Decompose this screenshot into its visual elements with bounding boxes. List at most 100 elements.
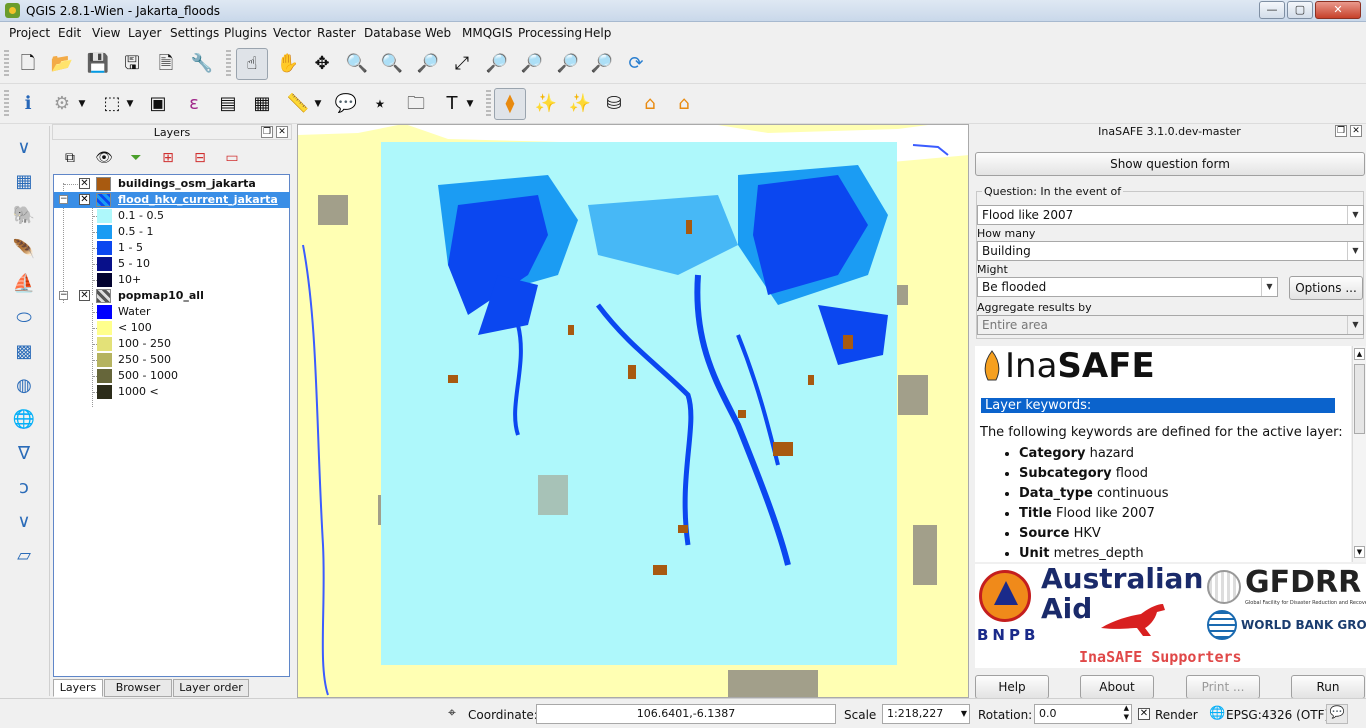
show-question-form-button[interactable]: Show question form [975, 152, 1365, 176]
inasafe-report-view[interactable]: InaSAFE Layer keywords: The following ke… [975, 346, 1351, 562]
select-features-icon[interactable]: ⚙ [48, 90, 76, 118]
menu-vector[interactable]: Vector [273, 26, 311, 40]
zoom-to-layer-icon[interactable]: 🔎 [518, 50, 546, 78]
menu-settings[interactable]: Settings [170, 26, 219, 40]
menu-processing[interactable]: Processing [518, 26, 582, 40]
text-annotation-icon[interactable]: T [438, 90, 466, 118]
collapse-toggle[interactable]: − [59, 195, 68, 204]
manage-visibility-icon[interactable]: 👁 [90, 144, 118, 172]
layer-row-buildings[interactable]: ✕ buildings_osm_jakarta [54, 176, 290, 192]
identify-icon[interactable]: ℹ [14, 90, 42, 118]
inasafe-minimum-needs-icon[interactable]: ⛁ [600, 90, 628, 118]
open-project-icon[interactable]: 📂 [48, 50, 76, 78]
aggregate-combo[interactable]: Entire area ▼ [977, 315, 1364, 335]
inasafe-impact-merge-icon[interactable]: ⌂ [670, 90, 698, 118]
add-oracle-layer-icon[interactable]: ⬭ [10, 304, 38, 332]
pan-to-selection-icon[interactable]: ✥ [308, 50, 336, 78]
layer-name[interactable]: popmap10_all [118, 288, 204, 304]
about-button[interactable]: About [1080, 675, 1154, 699]
inasafe-dock-icon[interactable]: ⧫ [494, 88, 526, 120]
new-bookmark-icon[interactable]: ⭑ [366, 90, 394, 118]
add-wfs-layer-icon[interactable]: 🌐 [10, 406, 38, 434]
zoom-out-icon[interactable]: 🔍 [378, 50, 406, 78]
help-button[interactable]: Help [975, 675, 1049, 699]
expression-select-icon[interactable]: ε [180, 90, 208, 118]
crs-globe-icon[interactable]: 🌐 [1209, 706, 1225, 721]
show-bookmarks-icon[interactable]: 🗀 [402, 90, 430, 118]
touch-zoom-pan-icon[interactable]: ☝ [236, 48, 268, 80]
close-panel-icon[interactable]: ✕ [1350, 125, 1362, 137]
coordinate-toggle-icon[interactable]: ⌖ [440, 701, 464, 725]
spin-arrows-icon[interactable]: ▲ ▼ [1124, 704, 1129, 722]
select-rect-icon[interactable]: ⬚ [98, 90, 126, 118]
scroll-thumb[interactable] [1354, 364, 1365, 434]
zoom-next-icon[interactable]: 🔎 [588, 50, 616, 78]
add-mssql-layer-icon[interactable]: ⛵ [10, 270, 38, 298]
exposure-combo[interactable]: Building ▼ [977, 241, 1364, 261]
scroll-up-icon[interactable]: ▲ [1354, 348, 1365, 360]
layer-visibility-checkbox[interactable]: ✕ [79, 194, 90, 205]
zoom-to-selection-icon[interactable]: 🔎 [483, 50, 511, 78]
toolbar-grip[interactable] [226, 50, 231, 78]
crs-status[interactable]: EPSG:4326 (OTF) [1226, 708, 1329, 722]
new-spatialite-icon[interactable]: ▱ [10, 542, 38, 570]
menu-database[interactable]: Database [364, 26, 421, 40]
expand-all-icon[interactable]: ⊞ [154, 144, 182, 172]
inasafe-keywords-icon[interactable]: ✨ [532, 90, 560, 118]
run-button[interactable]: Run [1291, 675, 1365, 699]
float-panel-icon[interactable]: ❐ [1335, 125, 1347, 137]
hazard-combo[interactable]: Flood like 2007 ▼ [977, 205, 1364, 225]
inasafe-wizard-icon[interactable]: ✨ [566, 90, 594, 118]
save-as-icon[interactable]: 🖫 [118, 50, 146, 78]
menu-project[interactable]: Project [9, 26, 50, 40]
zoom-native-icon[interactable]: 🔎 [414, 50, 442, 78]
add-postgis-layer-icon[interactable]: 🐘 [10, 202, 38, 230]
add-gpx-icon[interactable]: ↄ [10, 474, 38, 502]
minimize-button[interactable]: — [1259, 1, 1285, 19]
tab-layers[interactable]: Layers [53, 679, 103, 697]
add-raster-layer-icon[interactable]: ▦ [10, 168, 38, 196]
zoom-last-icon[interactable]: 🔎 [554, 50, 582, 78]
menu-web[interactable]: Web [425, 26, 451, 40]
composer-manager-icon[interactable]: 🔧 [188, 50, 216, 78]
toolbar-grip[interactable] [4, 90, 9, 118]
new-project-icon[interactable]: 🗋 [14, 50, 42, 78]
toolbar-grip[interactable] [4, 50, 9, 78]
add-spatialite-layer-icon[interactable]: 🪶 [10, 236, 38, 264]
dropdown-arrow-icon[interactable]: ▼ [312, 90, 324, 118]
toolbar-grip[interactable] [486, 90, 491, 118]
function-combo[interactable]: Be flooded ▼ [977, 277, 1278, 297]
layer-name[interactable]: buildings_osm_jakarta [118, 176, 256, 192]
tab-layer-order[interactable]: Layer order [173, 679, 249, 697]
collapse-all-icon[interactable]: ⊟ [186, 144, 214, 172]
map-tips-icon[interactable]: 💬 [332, 90, 360, 118]
add-group-icon[interactable]: ⧉ [56, 144, 84, 172]
field-calculator-icon[interactable]: ▦ [248, 90, 276, 118]
menu-help[interactable]: Help [584, 26, 611, 40]
layers-tree[interactable]: ✕ buildings_osm_jakarta − ✕ flood_hkv_cu… [53, 174, 290, 677]
measure-icon[interactable]: 📏 [284, 90, 312, 118]
layer-name[interactable]: flood_hkv_current_jakarta [118, 192, 278, 208]
inasafe-osm-downloader-icon[interactable]: ⌂ [636, 90, 664, 118]
float-panel-icon[interactable]: ❐ [261, 126, 273, 138]
messages-icon[interactable]: 💬 [1326, 704, 1348, 724]
zoom-full-icon[interactable]: ⤢ [448, 50, 476, 78]
close-panel-icon[interactable]: ✕ [276, 126, 288, 138]
maximize-button[interactable]: ▢ [1287, 1, 1313, 19]
options-button[interactable]: Options ... [1289, 276, 1363, 300]
rotation-spinbox[interactable]: 0.0 ▲ ▼ [1034, 704, 1132, 724]
menu-plugins[interactable]: Plugins [224, 26, 267, 40]
zoom-in-icon[interactable]: 🔍 [343, 50, 371, 78]
close-button[interactable]: ✕ [1315, 1, 1361, 19]
menu-view[interactable]: View [92, 26, 120, 40]
menu-edit[interactable]: Edit [58, 26, 81, 40]
coordinate-field[interactable]: 106.6401,-6.1387 [536, 704, 836, 724]
dropdown-arrow-icon[interactable]: ▼ [76, 90, 88, 118]
layer-row-popmap[interactable]: − ✕ popmap10_all [54, 288, 290, 304]
refresh-icon[interactable]: ⟳ [622, 50, 650, 78]
new-shapefile-icon[interactable]: ∨ [10, 508, 38, 536]
filter-legend-icon[interactable]: ⏷ [122, 144, 150, 172]
map-canvas[interactable] [297, 124, 969, 698]
menu-raster[interactable]: Raster [317, 26, 356, 40]
scroll-down-icon[interactable]: ▼ [1354, 546, 1365, 558]
